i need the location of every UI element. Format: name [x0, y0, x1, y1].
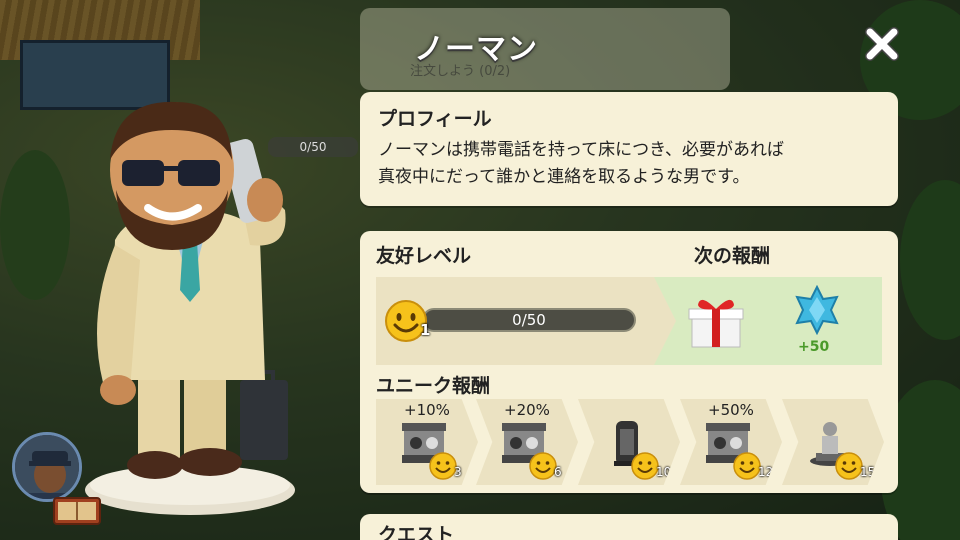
friendship-panel: 友好レベル 次の報酬 0/50 1 +50 ユニーク報酬 +10% 3 +20%… — [360, 231, 898, 493]
reward-bonus: +20% — [504, 401, 550, 419]
unique-reward-item[interactable]: +20% 6 — [476, 399, 578, 485]
reward-level: 10 — [656, 465, 672, 479]
profile-line: ノーマンは携帯電話を持って床につき、必要があれば — [378, 140, 784, 160]
next-reward-label: 次の報酬 — [694, 245, 771, 267]
progress-text: 0/50 — [512, 311, 546, 329]
profile-line: 真夜中にだって誰かと連絡を取るような男です。 — [378, 167, 750, 187]
close-button[interactable] — [862, 24, 902, 64]
book-icon[interactable] — [52, 492, 102, 528]
reward-level: 6 — [554, 465, 562, 479]
character-norman — [60, 90, 320, 520]
reward-level: 15 — [860, 465, 876, 479]
reward-level: 12 — [758, 465, 774, 479]
reward-level: 3 — [454, 465, 462, 479]
unique-reward-item[interactable]: +10% 3 — [376, 399, 478, 485]
friendship-progress-bar: 0/50 — [422, 308, 636, 332]
quest-panel: クエスト — [360, 514, 898, 540]
close-icon — [865, 27, 899, 61]
gift-icon[interactable] — [686, 291, 746, 351]
unique-rewards-row: +10% 3 +20% 6 10 +50% 12 15 — [376, 399, 884, 485]
gem-reward-value: +50 — [798, 339, 830, 355]
unique-reward-item[interactable]: +50% 12 — [680, 399, 782, 485]
friendship-level-number: 1 — [420, 321, 431, 339]
reward-bonus: +50% — [708, 401, 754, 419]
level-row-arrow — [654, 277, 676, 365]
unique-reward-item[interactable]: 15 — [782, 399, 884, 485]
friendship-level-label: 友好レベル — [376, 245, 472, 267]
quest-heading: クエスト — [378, 524, 455, 540]
gem-icon[interactable] — [792, 284, 842, 336]
profile-heading: プロフィール — [378, 108, 492, 130]
unique-rewards-label: ユニーク報酬 — [376, 375, 491, 397]
profile-description: ノーマンは携帯電話を持って床につき、必要があれば 真夜中にだって誰かと連絡を取る… — [378, 137, 880, 191]
page-title: ノーマン — [414, 32, 538, 67]
profile-panel: プロフィール ノーマンは携帯電話を持って床につき、必要があれば 真夜中にだって誰… — [360, 92, 898, 206]
reward-bonus: +10% — [404, 401, 450, 419]
unique-reward-item[interactable]: 10 — [578, 399, 680, 485]
